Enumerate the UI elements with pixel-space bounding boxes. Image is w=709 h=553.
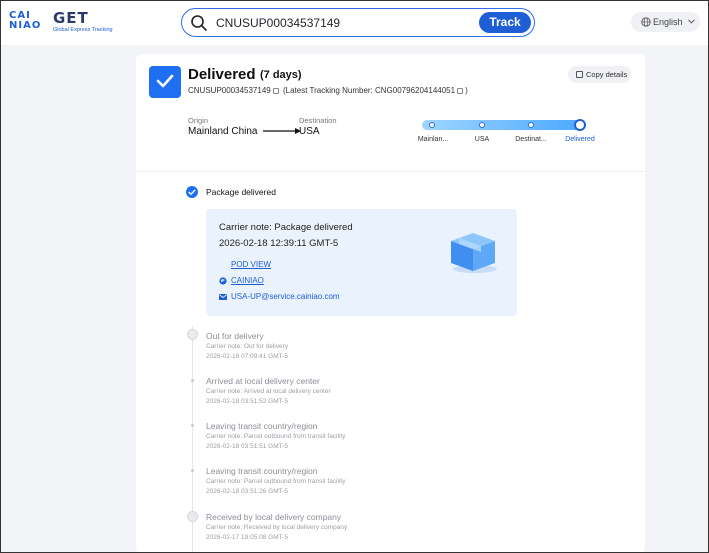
event-title: Out for delivery bbox=[206, 331, 264, 341]
search-bar: Track bbox=[181, 8, 535, 37]
event-note: Carrier note: Arrived at local delivery … bbox=[206, 388, 331, 395]
copy-icon bbox=[576, 71, 583, 78]
get-title: GET bbox=[53, 9, 89, 27]
destination-label: Destination bbox=[299, 116, 337, 125]
search-icon bbox=[191, 15, 207, 31]
search-input[interactable] bbox=[216, 15, 466, 31]
progress-step-dot-current bbox=[574, 119, 586, 131]
package-box-icon bbox=[451, 233, 497, 273]
progress-step-label: Mainlan... bbox=[417, 136, 449, 143]
event-time: 2026-02-18 03:51:52 GMT-5 bbox=[206, 398, 289, 405]
event-note: Carrier note: Parcel outbound from trans… bbox=[206, 478, 346, 485]
event-title: Leaving transit country/region bbox=[206, 421, 318, 431]
event-note: Carrier note: Out for delivery bbox=[206, 343, 289, 350]
shipment-card: Delivered (7 days) CNUSUP00034537149 (La… bbox=[136, 54, 645, 552]
carrier-link[interactable]: CAINIAO bbox=[231, 276, 264, 285]
arrow-right-icon bbox=[263, 128, 301, 134]
globe-icon bbox=[219, 277, 227, 285]
latest-tracking-close: ) bbox=[465, 86, 468, 95]
status-duration: (7 days) bbox=[260, 69, 302, 81]
timeline-dot bbox=[191, 379, 194, 382]
tracking-number: CNUSUP00034537149 bbox=[188, 86, 271, 95]
chevron-down-icon bbox=[688, 19, 695, 24]
event-title: Received by local delivery company bbox=[206, 512, 342, 522]
progress-step-label: USA bbox=[474, 136, 490, 143]
header: CAI NIAO GET Global Express Tracking Tra… bbox=[1, 1, 708, 45]
progress-step-dot bbox=[479, 122, 485, 128]
carrier-email[interactable]: USA-UP@service.cainiao.com bbox=[231, 292, 340, 301]
check-icon bbox=[156, 74, 174, 88]
logo-text-bottom: NIAO bbox=[9, 20, 42, 31]
progress-step-label: Destinat... bbox=[515, 136, 547, 143]
origin-value: Mainland China bbox=[188, 126, 258, 137]
carrier-note: Carrier note: Package delivered bbox=[219, 222, 353, 233]
copy-details-label: Copy details bbox=[586, 70, 628, 79]
truck-icon bbox=[187, 329, 198, 340]
globe-icon bbox=[641, 17, 651, 27]
get-subtitle: Global Express Tracking bbox=[53, 27, 113, 33]
mail-icon bbox=[219, 294, 227, 300]
progress-step-dot bbox=[429, 122, 435, 128]
latest-tracking-number: (Latest Tracking Number: CNG007962041440… bbox=[282, 86, 456, 95]
progress-step-label-current: Delivered bbox=[565, 136, 595, 143]
status-title: Delivered bbox=[188, 66, 256, 83]
copy-icon[interactable] bbox=[457, 87, 464, 94]
delivered-check-icon bbox=[186, 186, 198, 198]
event-time: 2026-02-18 07:09:41 GMT-5 bbox=[206, 353, 289, 360]
event-title-latest: Package delivered bbox=[206, 187, 276, 197]
tracking-page: CAI NIAO GET Global Express Tracking Tra… bbox=[0, 0, 709, 553]
truck-icon bbox=[187, 511, 198, 522]
progress-step-dot bbox=[528, 122, 534, 128]
destination-value: USA bbox=[299, 126, 320, 137]
divider bbox=[136, 171, 645, 172]
event-note: Carrier note: Received by local delivery… bbox=[206, 524, 348, 531]
latest-event-details: Carrier note: Package delivered 2026-02-… bbox=[206, 209, 517, 316]
copy-details-button[interactable]: Copy details bbox=[568, 66, 631, 83]
language-selector[interactable]: English bbox=[631, 12, 700, 32]
status-check-badge bbox=[149, 66, 181, 98]
event-time: 2026-02-17 19:05:08 GMT-5 bbox=[206, 534, 289, 541]
get-logo[interactable]: GET Global Express Tracking bbox=[53, 10, 113, 33]
pod-view-link[interactable]: POD VIEW bbox=[231, 260, 271, 269]
event-time: 2026-02-18 03:51:51 GMT-5 bbox=[206, 443, 289, 450]
cainiao-logo[interactable]: CAI NIAO bbox=[9, 11, 45, 35]
language-label: English bbox=[653, 17, 683, 27]
progress-tracker: Mainlan... USA Destinat... Delivered bbox=[417, 118, 595, 148]
event-note: Carrier note: Parcel outbound from trans… bbox=[206, 433, 346, 440]
tracking-numbers: CNUSUP00034537149 (Latest Tracking Numbe… bbox=[188, 86, 468, 95]
origin-label: Origin bbox=[188, 116, 209, 125]
event-title: Leaving transit country/region bbox=[206, 466, 318, 476]
copy-icon[interactable] bbox=[272, 87, 279, 94]
timeline-dot bbox=[191, 469, 194, 472]
progress-bar bbox=[422, 120, 584, 130]
track-button[interactable]: Track bbox=[479, 12, 531, 33]
event-title: Arrived at local delivery center bbox=[206, 376, 320, 386]
event-time: 2026-02-18 03:51:26 GMT-5 bbox=[206, 488, 289, 495]
timeline-dot bbox=[191, 424, 194, 427]
event-time: 2026-02-18 12:39:11 GMT-5 bbox=[219, 238, 339, 249]
